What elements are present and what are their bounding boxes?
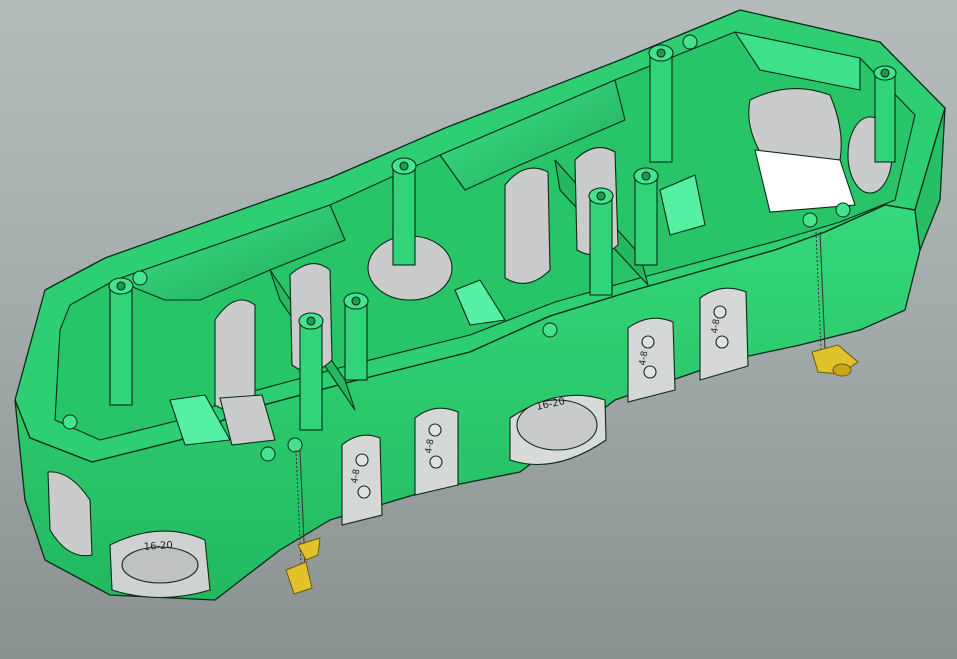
rear-opening-large bbox=[748, 88, 842, 161]
screw-post-1 bbox=[108, 277, 134, 406]
screw-post-8 bbox=[873, 65, 897, 163]
screw-post-7 bbox=[648, 44, 674, 163]
clamp-right bbox=[811, 344, 859, 377]
knockout-small-1 bbox=[341, 434, 383, 526]
knockout-small-3 bbox=[627, 317, 676, 403]
knockout-small-2 bbox=[414, 407, 459, 496]
screw-post-3 bbox=[343, 292, 369, 381]
rear-opening-1 bbox=[214, 299, 256, 412]
screw-post-2 bbox=[298, 312, 324, 431]
screw-post-5 bbox=[588, 187, 614, 296]
cad-viewport[interactable]: 16-20 16-20 4-8 4-8 4-8 4-8 bbox=[0, 0, 957, 659]
knockout-small-4 bbox=[699, 287, 749, 381]
clamp-left bbox=[285, 537, 321, 595]
screw-post-6 bbox=[633, 167, 659, 266]
label-knockout-large-front: 16-20 bbox=[143, 540, 173, 553]
screw-post-4 bbox=[391, 157, 417, 266]
triple-junction-box-model: 16-20 16-20 4-8 4-8 4-8 4-8 bbox=[14, 9, 946, 601]
rear-opening-3 bbox=[504, 167, 551, 284]
